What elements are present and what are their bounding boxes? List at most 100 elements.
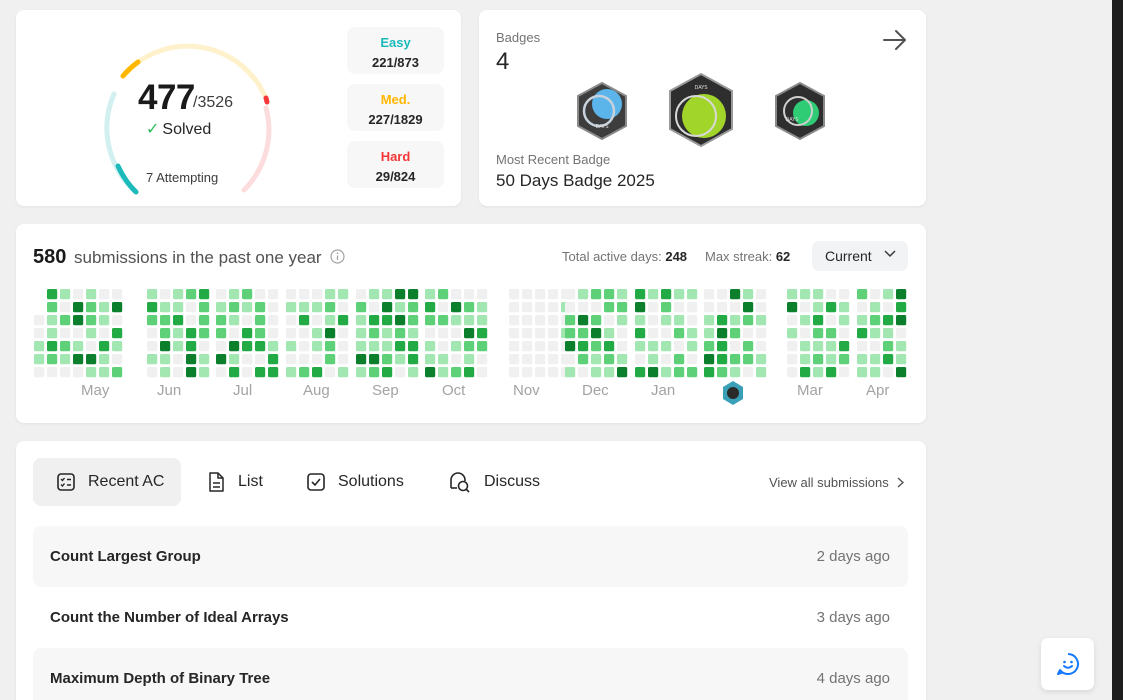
heatmap-cell[interactable] — [787, 328, 798, 339]
heatmap-cell[interactable] — [548, 354, 559, 365]
heatmap-cell[interactable] — [535, 302, 546, 313]
heatmap-cell[interactable] — [356, 302, 367, 313]
heatmap-cell[interactable] — [338, 315, 349, 326]
heatmap-cell[interactable] — [160, 289, 171, 300]
heatmap-cell[interactable] — [617, 367, 628, 378]
heatmap-cell[interactable] — [896, 328, 907, 339]
heatmap-cell[interactable] — [242, 341, 253, 352]
heatmap-cell[interactable] — [369, 341, 380, 352]
heatmap-cell[interactable] — [229, 289, 240, 300]
heatmap-cell[interactable] — [756, 328, 767, 339]
heatmap-cell[interactable] — [147, 302, 158, 313]
heatmap-cell[interactable] — [509, 367, 520, 378]
heatmap-cell[interactable] — [635, 341, 646, 352]
heatmap-cell[interactable] — [661, 302, 672, 313]
heatmap-cell[interactable] — [47, 328, 58, 339]
heatmap-cell[interactable] — [674, 328, 685, 339]
heatmap-cell[interactable] — [743, 302, 754, 313]
heatmap-cell[interactable] — [438, 302, 449, 313]
heatmap-cell[interactable] — [173, 289, 184, 300]
heatmap-cell[interactable] — [73, 289, 84, 300]
heatmap-cell[interactable] — [199, 315, 210, 326]
heatmap-cell[interactable] — [648, 367, 659, 378]
heatmap-cell[interactable] — [635, 289, 646, 300]
heatmap-cell[interactable] — [730, 367, 741, 378]
heatmap-cell[interactable] — [286, 341, 297, 352]
heatmap-cell[interactable] — [338, 328, 349, 339]
heatmap-cell[interactable] — [535, 354, 546, 365]
heatmap-cell[interactable] — [896, 315, 907, 326]
heatmap-cell[interactable] — [356, 367, 367, 378]
heatmap-cell[interactable] — [299, 341, 310, 352]
arrow-right-icon[interactable] — [881, 28, 909, 52]
heatmap-cell[interactable] — [674, 354, 685, 365]
heatmap-cell[interactable] — [99, 302, 110, 313]
heatmap-cell[interactable] — [325, 354, 336, 365]
heatmap-cell[interactable] — [268, 341, 279, 352]
heatmap-cell[interactable] — [255, 341, 266, 352]
heatmap-cell[interactable] — [147, 289, 158, 300]
heatmap-cell[interactable] — [464, 354, 475, 365]
heatmap-cell[interactable] — [408, 328, 419, 339]
heatmap-cell[interactable] — [395, 289, 406, 300]
heatmap-cell[interactable] — [199, 354, 210, 365]
heatmap-cell[interactable] — [73, 354, 84, 365]
heatmap-cell[interactable] — [464, 289, 475, 300]
submission-row[interactable]: Count the Number of Ideal Arrays 3 days … — [33, 587, 908, 648]
heatmap-cell[interactable] — [369, 354, 380, 365]
heatmap-cell[interactable] — [896, 341, 907, 352]
heatmap-cell[interactable] — [635, 367, 646, 378]
heatmap-cell[interactable] — [717, 302, 728, 313]
heatmap-cell[interactable] — [704, 315, 715, 326]
heatmap-cell[interactable] — [548, 367, 559, 378]
heatmap-cell[interactable] — [870, 315, 881, 326]
heatmap-cell[interactable] — [242, 289, 253, 300]
heatmap-cell[interactable] — [47, 289, 58, 300]
heatmap-cell[interactable] — [312, 289, 323, 300]
heatmap-cell[interactable] — [578, 367, 589, 378]
heatmap-cell[interactable] — [160, 302, 171, 313]
heatmap-cell[interactable] — [704, 289, 715, 300]
heatmap-cell[interactable] — [86, 354, 97, 365]
heatmap-cell[interactable] — [216, 302, 227, 313]
heatmap-cell[interactable] — [578, 289, 589, 300]
heatmap-cell[interactable] — [578, 328, 589, 339]
heatmap-cell[interactable] — [813, 315, 824, 326]
heatmap-cell[interactable] — [565, 367, 576, 378]
heatmap-cell[interactable] — [717, 341, 728, 352]
heatmap-cell[interactable] — [857, 289, 868, 300]
heatmap-cell[interactable] — [425, 354, 436, 365]
heatmap-cell[interactable] — [369, 302, 380, 313]
heatmap-cell[interactable] — [242, 354, 253, 365]
heatmap-cell[interactable] — [477, 328, 488, 339]
heatmap-cell[interactable] — [717, 289, 728, 300]
heatmap-cell[interactable] — [73, 315, 84, 326]
heatmap-cell[interactable] — [299, 289, 310, 300]
heatmap-cell[interactable] — [438, 289, 449, 300]
heatmap-cell[interactable] — [648, 302, 659, 313]
heatmap-cell[interactable] — [813, 367, 824, 378]
heatmap-cell[interactable] — [635, 328, 646, 339]
heatmap-cell[interactable] — [99, 289, 110, 300]
heatmap-cell[interactable] — [509, 289, 520, 300]
heatmap-cell[interactable] — [338, 341, 349, 352]
heatmap-cell[interactable] — [717, 315, 728, 326]
heatmap-cell[interactable] — [216, 341, 227, 352]
heatmap-cell[interactable] — [800, 328, 811, 339]
heatmap-cell[interactable] — [648, 315, 659, 326]
heatmap-cell[interactable] — [813, 328, 824, 339]
heatmap-cell[interactable] — [425, 315, 436, 326]
heatmap-cell[interactable] — [687, 315, 698, 326]
heatmap-cell[interactable] — [173, 341, 184, 352]
heatmap-cell[interactable] — [299, 367, 310, 378]
heatmap-cell[interactable] — [47, 302, 58, 313]
days-badge-icon[interactable]: DAYS — [574, 81, 630, 141]
heatmap-cell[interactable] — [147, 315, 158, 326]
heatmap-cell[interactable] — [369, 315, 380, 326]
heatmap-cell[interactable] — [635, 315, 646, 326]
heatmap-cell[interactable] — [242, 328, 253, 339]
heatmap-cell[interactable] — [800, 302, 811, 313]
heatmap-cell[interactable] — [756, 315, 767, 326]
heatmap-cell[interactable] — [325, 315, 336, 326]
heatmap-cell[interactable] — [186, 302, 197, 313]
